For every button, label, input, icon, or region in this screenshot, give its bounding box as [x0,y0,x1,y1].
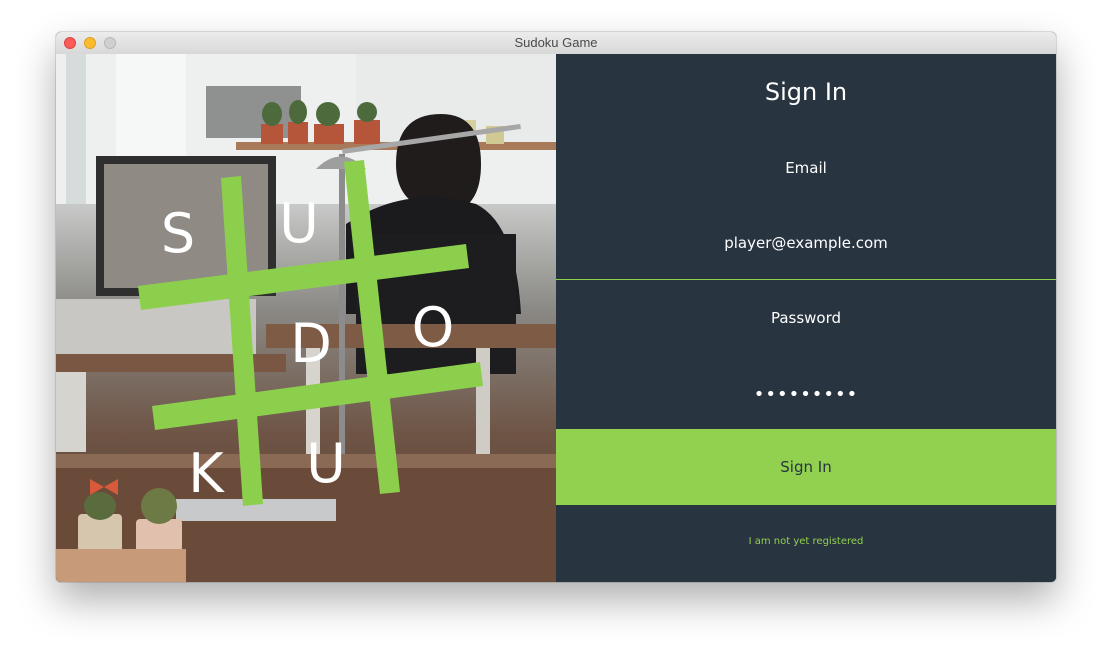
password-label: Password [770,309,842,327]
background-photo: S U D O K U [56,54,556,582]
logo-letter-k: K [188,442,225,505]
sign-in-panel: Sign In Email Password ••••••••• Sign In… [556,54,1056,582]
password-field[interactable]: ••••••••• [556,378,1056,412]
logo-letter-d: D [290,312,332,375]
window-title: Sudoku Game [514,35,598,50]
logo-grid-line-v2 [344,160,400,494]
app-window: Sudoku Game S U D O K U Sign In Email pl… [56,32,1056,582]
title-bar[interactable]: Sudoku Game [56,32,1056,55]
sudoku-logo: S U D O K U [138,160,483,506]
email-underline [556,279,1056,280]
logo-letter-o: O [412,296,455,359]
logo-grid-line-v1 [221,176,263,506]
sign-in-button[interactable]: Sign In [556,429,1056,505]
logo-letter-u: U [279,192,319,255]
logo-letter-u-2: U [306,432,346,495]
email-label: Email [785,159,827,177]
register-link[interactable]: I am not yet registered [556,536,1056,547]
sign-in-heading: Sign In [764,78,848,106]
email-field[interactable] [556,226,1056,260]
logo-letter-s: S [161,202,195,265]
